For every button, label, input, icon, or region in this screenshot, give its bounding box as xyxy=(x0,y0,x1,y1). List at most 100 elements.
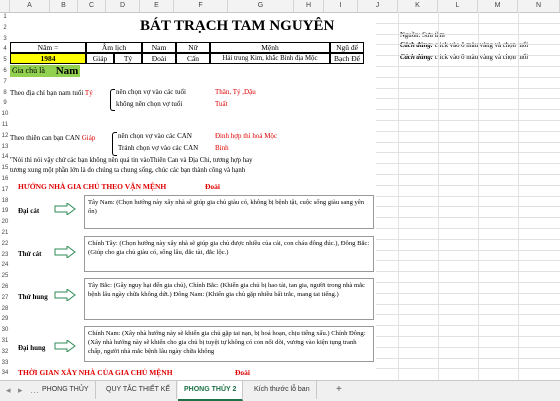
column-header-g[interactable]: G xyxy=(228,0,294,12)
gridline xyxy=(376,260,560,262)
row-header-1[interactable]: 1 xyxy=(0,12,10,23)
row-header-21[interactable]: 21 xyxy=(0,228,10,239)
khong-nen-tuoi-value: Tuất xyxy=(215,100,228,108)
khong-nen-tuoi: không nên chọn vợ tuổi xyxy=(116,100,183,108)
row-header-34[interactable]: 34 xyxy=(0,368,10,379)
row-header-2[interactable]: 2 xyxy=(0,23,10,34)
huong-nha-value: Đoài xyxy=(205,182,220,191)
header-menh: Mệnh xyxy=(210,42,330,53)
tranh-can-value: Bính xyxy=(215,144,229,152)
column-header-a[interactable]: A xyxy=(10,0,50,12)
nen-tuoi-value: Thân, Tý ,Dậu xyxy=(215,88,256,96)
row-header-26[interactable]: 26 xyxy=(0,282,10,293)
thoi-gian-value: Đoài xyxy=(235,368,250,377)
row-header-19[interactable]: 19 xyxy=(0,206,10,217)
row-header-6[interactable]: 6 xyxy=(0,66,10,77)
select-all-corner[interactable] xyxy=(0,0,10,12)
row-header-29[interactable]: 29 xyxy=(0,314,10,325)
column-header-b[interactable]: B xyxy=(50,0,78,12)
row-header-27[interactable]: 27 xyxy=(0,293,10,304)
gia-chu-value: Nam xyxy=(54,65,80,77)
gridline xyxy=(376,217,560,219)
column-header-k[interactable]: K xyxy=(398,0,438,12)
gridline xyxy=(376,271,560,273)
gridline xyxy=(376,184,560,186)
gridline xyxy=(376,33,560,35)
row-header-24[interactable]: 24 xyxy=(0,260,10,271)
row-header-3[interactable]: 3 xyxy=(0,34,10,45)
row-header-4[interactable]: 4 xyxy=(0,44,10,55)
nu-value: Cấn xyxy=(176,53,210,64)
row-header-30[interactable]: 30 xyxy=(0,325,10,336)
tab-kich-thuoc-lo-ban[interactable]: Kích thước lỗ ban xyxy=(248,381,317,399)
row-header-12[interactable]: 12 xyxy=(0,131,10,142)
row-header-32[interactable]: 32 xyxy=(0,347,10,358)
row-header-15[interactable]: 15 xyxy=(0,163,10,174)
row-header-33[interactable]: 33 xyxy=(0,358,10,369)
column-header-c[interactable]: C xyxy=(78,0,106,12)
side-usage-text-1: click vào ô màu vàng và chọn tuổi xyxy=(434,42,529,49)
gridline xyxy=(376,22,560,24)
row-header-16[interactable]: 16 xyxy=(0,174,10,185)
column-header-n[interactable]: N xyxy=(518,0,560,12)
row-header-5[interactable]: 5 xyxy=(0,55,10,66)
gridline xyxy=(376,76,560,78)
column-header-e[interactable]: E xyxy=(140,0,174,12)
row-header-10[interactable]: 10 xyxy=(0,109,10,120)
side-usage-label-1: Cách dùng: xyxy=(400,42,434,49)
row-header-20[interactable]: 20 xyxy=(0,217,10,228)
column-header-j[interactable]: J xyxy=(358,0,398,12)
spreadsheet-grid[interactable]: BÁT TRẠCH TAM NGUYÊN Năm = Âm lịch Nam N… xyxy=(10,12,560,380)
column-header-i[interactable]: I xyxy=(324,0,358,12)
add-sheet-icon[interactable]: + xyxy=(330,381,348,399)
row-header-31[interactable]: 31 xyxy=(0,336,10,347)
year-input[interactable]: 1984 xyxy=(10,53,86,64)
category-text-3: Chính Nam: (Xây nhà hướng này sẽ khiến g… xyxy=(84,326,374,362)
gridline xyxy=(376,87,560,89)
row-header-17[interactable]: 17 xyxy=(0,185,10,196)
row-header-23[interactable]: 23 xyxy=(0,250,10,261)
column-header-l[interactable]: L xyxy=(438,0,478,12)
nen-can: nên chọn vợ vào các CAN xyxy=(118,132,192,140)
gridline xyxy=(376,314,560,316)
sheet-tab-bar: ◂ ▸ … PHONG THỦY QUY TẮC THIẾT KẾ PHONG … xyxy=(0,380,560,401)
row-header-7[interactable]: 7 xyxy=(0,77,10,88)
gridline xyxy=(376,249,560,251)
bracket-1 xyxy=(110,89,115,111)
tab-quy-tac-thiet-ke[interactable]: QUY TẮC THIẾT KẾ xyxy=(100,381,178,399)
menh-value: Hải trung Kim, khắc Bình địa Mộc xyxy=(210,53,330,64)
bracket-2 xyxy=(112,132,117,156)
row-header-28[interactable]: 28 xyxy=(0,304,10,315)
gridline xyxy=(376,346,560,348)
category-text-2: Tây Bắc: (Gây nguy hại đến gia chủ), Chí… xyxy=(84,278,374,320)
row-header-13[interactable]: 13 xyxy=(0,142,10,153)
row-header-14[interactable]: 14 xyxy=(0,152,10,163)
nen-chon-tuoi: nên chọn vợ vào các tuổi xyxy=(116,88,186,96)
tab-phong-thuy[interactable]: PHONG THỦY xyxy=(36,381,96,399)
category-label-3: Đại hung xyxy=(18,344,46,352)
gridline xyxy=(376,141,560,143)
row-header-11[interactable]: 11 xyxy=(0,120,10,131)
column-header-f[interactable]: F xyxy=(174,0,228,12)
gridline xyxy=(376,163,560,165)
gia-chu-label: Gia chủ là xyxy=(10,65,54,77)
row-header-25[interactable]: 25 xyxy=(0,271,10,282)
row-header-22[interactable]: 22 xyxy=(0,239,10,250)
thoi-gian-heading: THỜI GIAN XÂY NHÀ CỦA GIA CHỦ MỆNH xyxy=(18,368,173,377)
gridline xyxy=(376,228,560,229)
row-header-18[interactable]: 18 xyxy=(0,196,10,207)
row-header-8[interactable]: 8 xyxy=(0,88,10,99)
dia-chi-label: Theo địa chỉ bạn nam tuổi Tý xyxy=(10,89,93,97)
row-header-9[interactable]: 9 xyxy=(0,98,10,109)
column-header-m[interactable]: M xyxy=(478,0,518,12)
gridline xyxy=(376,282,560,283)
nam-value: Đoài xyxy=(142,53,176,64)
gridline xyxy=(376,336,560,337)
arrow-right-icon xyxy=(54,289,76,301)
dia-chi-tuoi: Tý xyxy=(84,89,93,97)
tab-phong-thuy-2[interactable]: PHONG THỦY 2 xyxy=(178,381,244,401)
column-header-d[interactable]: D xyxy=(106,0,140,12)
gridline xyxy=(376,109,560,111)
column-header-h[interactable]: H xyxy=(294,0,324,12)
arrow-right-icon xyxy=(54,340,76,352)
